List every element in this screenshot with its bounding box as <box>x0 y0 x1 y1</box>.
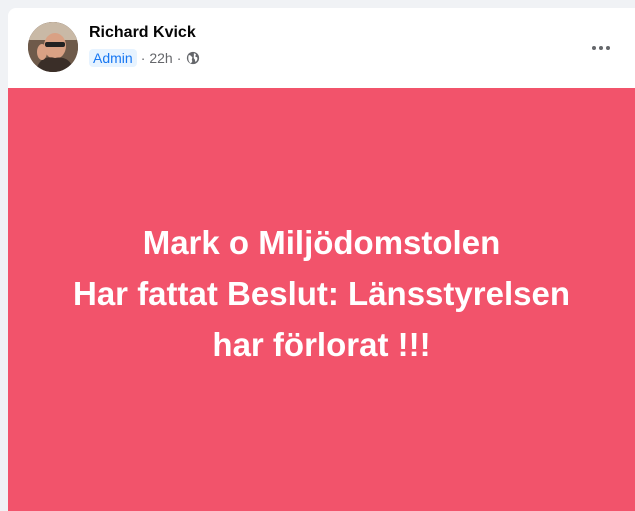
more-options-icon[interactable] <box>583 34 619 62</box>
post-message: Mark o Miljödomstolen Har fattat Beslut:… <box>73 224 570 363</box>
post-text-banner: Mark o Miljödomstolen Har fattat Beslut:… <box>8 88 635 511</box>
dot-icon <box>606 46 610 50</box>
author-avatar[interactable] <box>28 22 78 72</box>
separator-dot: · <box>140 50 146 66</box>
separator-dot: · <box>176 50 182 66</box>
globe-icon[interactable] <box>186 51 200 65</box>
post-header: Richard Kvick Admin · 22h · <box>8 8 635 86</box>
admin-badge: Admin <box>89 49 137 67</box>
post-card: Richard Kvick Admin · 22h · Mark o Miljö… <box>8 8 635 511</box>
post-meta: Admin · 22h · <box>89 49 200 67</box>
dot-icon <box>599 46 603 50</box>
author-name[interactable]: Richard Kvick <box>89 24 196 42</box>
post-timestamp[interactable]: 22h <box>149 50 172 66</box>
avatar-image <box>28 22 78 72</box>
dot-icon <box>592 46 596 50</box>
